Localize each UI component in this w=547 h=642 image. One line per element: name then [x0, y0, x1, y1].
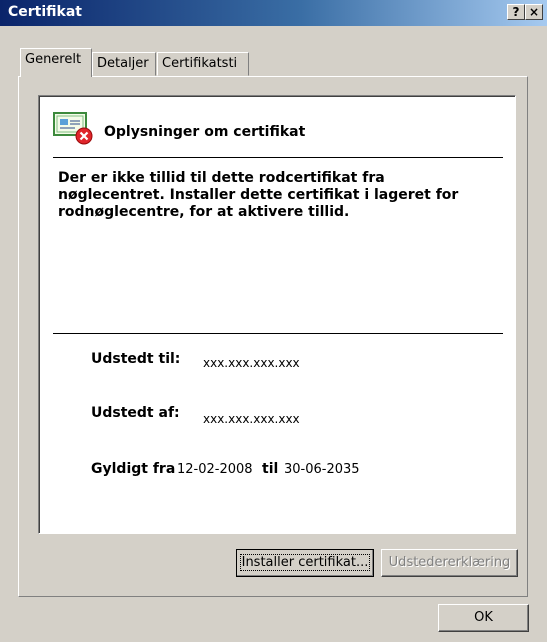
valid-to-value: 30-06-2035 [284, 462, 360, 477]
close-button[interactable]: × [525, 4, 543, 20]
certificate-error-icon [53, 112, 93, 145]
help-button[interactable]: ? [507, 4, 525, 20]
heading-divider [53, 157, 503, 158]
issued-by-label: Udstedt af: [91, 405, 180, 421]
tab-certifikatsti[interactable]: Certifikatsti [157, 52, 249, 76]
title-bar[interactable]: Certifikat ? × [0, 0, 547, 26]
info-heading: Oplysninger om certifikat [104, 124, 306, 140]
tab-detaljer[interactable]: Detaljer [92, 52, 156, 76]
valid-to-label: til [262, 461, 279, 477]
valid-from-value: 12-02-2008 [177, 462, 253, 477]
install-certificate-button[interactable]: Installer certifikat... [236, 549, 374, 577]
install-certificate-label: Installer certifikat... [239, 554, 371, 571]
issuer-statement-button[interactable]: Udstedererklæring [381, 549, 518, 577]
ok-button[interactable]: OK [438, 604, 529, 632]
tab-generelt[interactable]: Generelt [20, 48, 92, 77]
issued-to-value[interactable]: xxx.xxx.xxx.xxx [203, 356, 300, 370]
trust-message: Der er ikke tillid til dette rodcertifik… [58, 170, 459, 220]
certificate-dialog: Certifikat ? × Generelt Detaljer Certifi… [0, 0, 547, 642]
details-divider [53, 333, 503, 334]
window-title: Certifikat [8, 4, 82, 20]
valid-from-label: Gyldigt fra [91, 461, 176, 477]
issued-by-value[interactable]: xxx.xxx.xxx.xxx [203, 412, 300, 426]
issued-to-label: Udstedt til: [91, 351, 181, 367]
